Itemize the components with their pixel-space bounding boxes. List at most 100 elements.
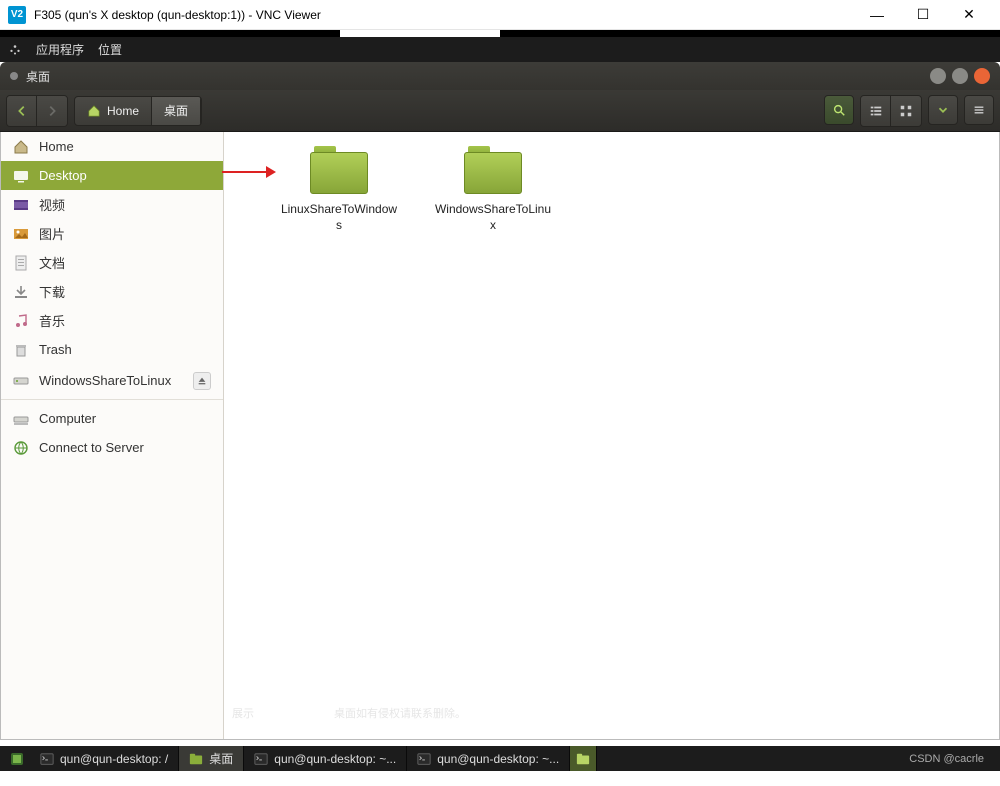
sidebar-item-trash[interactable]: Trash xyxy=(1,335,223,364)
sidebar-item-desktop[interactable]: Desktop xyxy=(1,161,223,190)
vnc-titlebar: V2 F305 (qun's X desktop (qun-desktop:1)… xyxy=(0,0,1000,30)
folder-item[interactable]: WindowsShareToLinux xyxy=(428,146,558,233)
fm-minimize-button[interactable] xyxy=(930,68,946,84)
taskbar-item-label: qun@qun-desktop: ~... xyxy=(437,752,559,766)
trash-icon xyxy=(13,342,29,358)
sidebar-item-label: Computer xyxy=(39,411,96,426)
gnome-top-panel: 应用程序 位置 xyxy=(0,37,1000,62)
terminal-icon xyxy=(40,752,54,766)
sidebar-item-label: 视频 xyxy=(39,195,65,214)
sidebar-separator xyxy=(1,399,223,400)
taskbar-item-label: qun@qun-desktop: ~... xyxy=(274,752,396,766)
file-manager-titlebar[interactable]: 桌面 xyxy=(0,62,1000,90)
taskbar-item-terminal[interactable]: qun@qun-desktop: ~... xyxy=(407,746,570,771)
terminal-icon xyxy=(417,752,431,766)
sidebar-item-videos[interactable]: 视频 xyxy=(1,190,223,219)
folder-label: WindowsShareToLinux xyxy=(433,202,553,233)
taskbar-item-terminal[interactable]: qun@qun-desktop: ~... xyxy=(244,746,407,771)
breadcrumb-home[interactable]: Home xyxy=(75,97,152,125)
breadcrumb: Home 桌面 xyxy=(74,96,202,126)
home-icon xyxy=(87,105,101,117)
system-icon xyxy=(8,43,22,57)
window-menu-icon xyxy=(10,72,18,80)
list-icon xyxy=(869,104,883,118)
panel-applications-menu[interactable]: 应用程序 xyxy=(36,41,84,58)
taskbar-item-file-manager[interactable]: 桌面 xyxy=(179,746,244,771)
folder-label: LinuxShareToWindows xyxy=(279,202,399,233)
sidebar-item-label: Trash xyxy=(39,342,72,357)
sidebar-item-documents[interactable]: 文档 xyxy=(1,248,223,277)
search-button[interactable] xyxy=(824,95,854,125)
taskbar: qun@qun-desktop: / 桌面 qun@qun-desktop: ~… xyxy=(0,746,1000,771)
eject-icon xyxy=(197,376,207,386)
taskbar-tray-file-manager[interactable] xyxy=(570,746,597,771)
title-shadow xyxy=(0,30,1000,37)
home-icon xyxy=(13,139,29,155)
folder-item[interactable]: LinuxShareToWindows xyxy=(274,146,404,233)
pictures-icon xyxy=(13,226,29,242)
taskbar-item-label: 桌面 xyxy=(209,750,233,767)
forward-button[interactable] xyxy=(37,96,67,126)
sidebar-item-label: Desktop xyxy=(39,168,87,183)
sidebar-item-network-drive[interactable]: WindowsShareToLinux xyxy=(1,366,223,395)
view-options-button[interactable] xyxy=(928,95,958,125)
eject-button[interactable] xyxy=(193,372,211,390)
breadcrumb-home-label: Home xyxy=(107,104,139,118)
breadcrumb-current-label: 桌面 xyxy=(164,102,188,119)
network-drive-icon xyxy=(13,373,29,389)
folder-icon xyxy=(462,146,524,196)
view-grid-button[interactable] xyxy=(891,96,921,126)
sidebar-item-downloads[interactable]: 下载 xyxy=(1,277,223,306)
sidebar-item-label: 图片 xyxy=(39,224,65,243)
sidebar-item-home[interactable]: Home xyxy=(1,132,223,161)
sidebar-item-label: 音乐 xyxy=(39,311,65,330)
vnc-maximize-button[interactable]: ☐ xyxy=(900,0,946,30)
terminal-icon xyxy=(254,752,268,766)
music-icon xyxy=(13,313,29,329)
documents-icon xyxy=(13,255,29,271)
back-button[interactable] xyxy=(7,96,37,126)
sidebar-item-label: 下载 xyxy=(39,282,65,301)
folder-icon xyxy=(308,146,370,196)
sidebar-item-label: Home xyxy=(39,139,74,154)
taskbar-start-button[interactable] xyxy=(4,751,30,767)
content-area[interactable]: LinuxShareToWindows WindowsShareToLinux … xyxy=(224,132,999,739)
file-manager-icon xyxy=(189,752,203,766)
fm-close-button[interactable] xyxy=(974,68,990,84)
arrow-annotation-icon xyxy=(220,162,278,182)
fm-maximize-button[interactable] xyxy=(952,68,968,84)
breadcrumb-current[interactable]: 桌面 xyxy=(152,97,201,125)
downloads-icon xyxy=(13,284,29,300)
sidebar-item-computer[interactable]: Computer xyxy=(1,404,223,433)
sidebar-item-label: 文档 xyxy=(39,253,65,272)
taskbar-item-terminal[interactable]: qun@qun-desktop: / xyxy=(30,746,179,771)
watermark-text: CSDN @cacrle xyxy=(897,753,996,765)
bottom-strip xyxy=(0,771,1000,786)
vnc-close-button[interactable]: ✕ xyxy=(946,0,992,30)
desktop-icon xyxy=(13,168,29,184)
search-icon xyxy=(832,103,846,117)
videos-icon xyxy=(13,197,29,213)
taskbar-item-label: qun@qun-desktop: / xyxy=(60,752,168,766)
start-icon xyxy=(9,751,25,767)
file-manager-toolbar: Home 桌面 xyxy=(0,90,1000,132)
sidebar-item-connect-server[interactable]: Connect to Server xyxy=(1,433,223,462)
vnc-logo-icon: V2 xyxy=(8,6,26,24)
connect-icon xyxy=(13,440,29,456)
panel-places-menu[interactable]: 位置 xyxy=(98,41,122,58)
vnc-window-title: F305 (qun's X desktop (qun-desktop:1)) -… xyxy=(34,8,321,22)
sidebar-item-label: WindowsShareToLinux xyxy=(39,373,171,388)
sidebar-item-pictures[interactable]: 图片 xyxy=(1,219,223,248)
hamburger-icon xyxy=(972,103,986,117)
ghost-text: 展示 xyxy=(232,705,254,721)
computer-icon xyxy=(13,411,29,427)
vnc-minimize-button[interactable]: — xyxy=(854,0,900,30)
ghost-text: 桌面如有侵权请联系删除。 xyxy=(334,705,466,721)
hamburger-menu-button[interactable] xyxy=(964,95,994,125)
file-manager-body: Home Desktop 视频 图片 文档 下载 音乐 Trash xyxy=(0,132,1000,740)
view-list-button[interactable] xyxy=(861,96,891,126)
grid-icon xyxy=(899,104,913,118)
sidebar-item-music[interactable]: 音乐 xyxy=(1,306,223,335)
file-manager-title: 桌面 xyxy=(26,68,50,85)
file-manager-icon xyxy=(576,752,590,766)
